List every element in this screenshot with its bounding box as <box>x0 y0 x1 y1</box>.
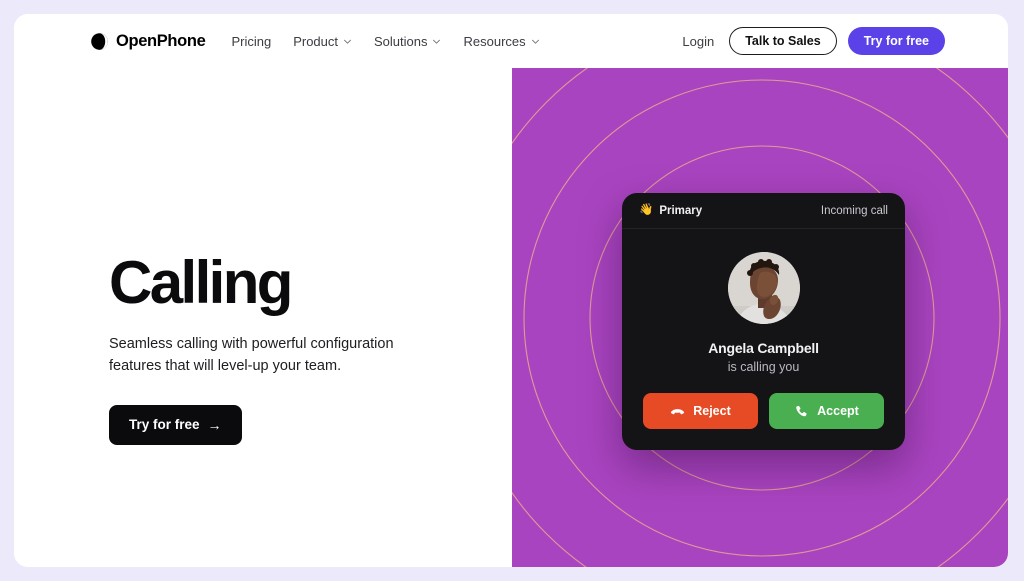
openphone-logo[interactable]: OpenPhone <box>90 31 206 51</box>
reject-call-label: Reject <box>693 404 731 418</box>
brand-name: OpenPhone <box>116 31 206 50</box>
caller-status: is calling you <box>727 360 800 374</box>
nav-item-resources[interactable]: Resources <box>463 34 539 49</box>
talk-to-sales-button[interactable]: Talk to Sales <box>729 26 837 56</box>
waving-hand-icon: 👋 <box>639 203 654 216</box>
hero-left-column: Calling Seamless calling with powerful c… <box>14 68 512 567</box>
hero-try-for-free-button[interactable]: Try for free → <box>109 405 242 446</box>
hero-copy: Calling Seamless calling with powerful c… <box>109 249 439 446</box>
call-action-buttons: Reject Accept <box>643 393 884 429</box>
nav-item-pricing-label: Pricing <box>231 33 272 49</box>
incoming-call-card: 👋 Primary Incoming call Angela Campbell … <box>622 193 905 450</box>
phone-line-label: Primary <box>659 204 703 217</box>
call-card-header: 👋 Primary Incoming call <box>622 193 905 229</box>
navbar-links: Pricing Product Solutions Resources <box>231 34 539 49</box>
accept-call-label: Accept <box>817 404 859 418</box>
nav-item-product[interactable]: Product <box>293 34 352 49</box>
caller-name: Angela Campbell <box>708 340 819 356</box>
arrow-right-icon: → <box>207 417 222 434</box>
nav-item-solutions-label: Solutions <box>374 33 428 49</box>
chevron-down-icon <box>531 39 539 44</box>
login-link[interactable]: Login <box>682 34 714 49</box>
nav-item-solutions[interactable]: Solutions <box>374 34 441 49</box>
chevron-down-icon <box>344 39 351 44</box>
nav-try-for-free-button[interactable]: Try for free <box>847 26 945 56</box>
navbar-actions: Login Talk to Sales Try for free <box>682 26 945 56</box>
browser-content-frame: OpenPhone Pricing Product Solutions Reso… <box>14 14 1008 567</box>
call-card-body: Angela Campbell is calling you Reject Ac… <box>622 229 905 450</box>
call-state-label: Incoming call <box>820 204 888 217</box>
nav-item-pricing[interactable]: Pricing <box>231 34 271 49</box>
site-navbar: OpenPhone Pricing Product Solutions Reso… <box>14 14 1008 68</box>
accept-call-button[interactable]: Accept <box>769 393 884 429</box>
hero-right-panel: 👋 Primary Incoming call Angela Campbell … <box>512 68 1008 567</box>
phone-icon <box>796 405 807 416</box>
phone-hangup-icon <box>671 408 685 414</box>
avatar <box>727 252 800 324</box>
hero-subtitle: Seamless calling with powerful configura… <box>109 336 394 374</box>
call-card-line: 👋 Primary <box>639 203 703 217</box>
chevron-down-icon <box>433 39 441 44</box>
openphone-logo-icon <box>91 32 108 50</box>
nav-item-resources-label: Resources <box>463 33 526 49</box>
caller-photo-icon <box>727 252 800 324</box>
reject-call-button[interactable]: Reject <box>643 393 758 429</box>
nav-item-product-label: Product <box>293 33 338 49</box>
page-title: Calling <box>109 249 293 316</box>
hero-cta-label: Try for free <box>129 417 200 433</box>
